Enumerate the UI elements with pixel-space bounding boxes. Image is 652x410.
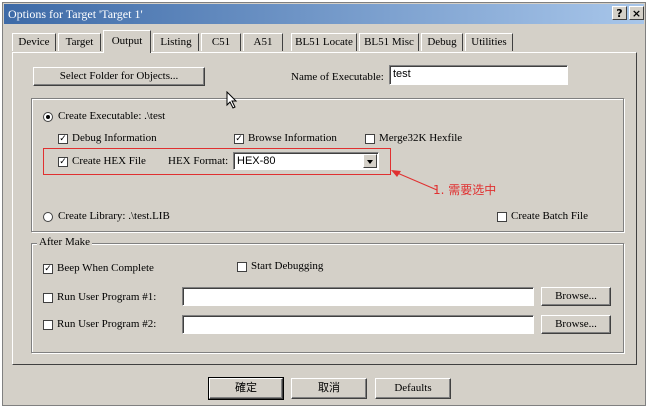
tab-bl51-misc[interactable]: BL51 Misc <box>359 33 419 51</box>
close-button[interactable]: × <box>629 6 644 20</box>
defaults-button[interactable]: Defaults <box>375 378 451 399</box>
run-user-program-2-label: Run User Program #2: <box>57 318 157 330</box>
start-debugging-label: Start Debugging <box>251 260 324 272</box>
create-hex-checkbox[interactable]: ✓ <box>58 157 68 167</box>
tab-c51[interactable]: C51 <box>201 33 241 51</box>
tab-bl51-locate[interactable]: BL51 Locate <box>291 33 357 51</box>
name-of-executable-label: Name of Executable: <box>291 71 384 83</box>
tab-utilities[interactable]: Utilities <box>465 33 513 51</box>
hex-format-value: HEX-80 <box>237 155 276 167</box>
tab-listing[interactable]: Listing <box>153 33 199 51</box>
merge32k-label: Merge32K Hexfile <box>379 132 463 144</box>
debug-information-checkbox[interactable]: ✓ <box>58 134 68 144</box>
run-user-program-1-checkbox[interactable] <box>43 293 53 303</box>
create-batch-checkbox[interactable] <box>497 212 507 222</box>
browse-information-label: Browse Information <box>248 132 337 144</box>
browse-1-button[interactable]: Browse... <box>541 287 611 306</box>
window-title: Options for Target 'Target 1' <box>8 7 143 21</box>
hex-format-select[interactable]: HEX-80 <box>233 152 379 170</box>
browse-2-button[interactable]: Browse... <box>541 315 611 334</box>
beep-label: Beep When Complete <box>57 262 154 274</box>
beep-checkbox[interactable]: ✓ <box>43 264 53 274</box>
merge32k-checkbox[interactable] <box>365 134 375 144</box>
browse-information-checkbox[interactable]: ✓ <box>234 134 244 144</box>
tab-debug[interactable]: Debug <box>421 33 463 51</box>
tab-a51[interactable]: A51 <box>243 33 283 51</box>
create-hex-label: Create HEX File <box>72 155 146 167</box>
run-user-program-2-checkbox[interactable] <box>43 320 53 330</box>
start-debugging-checkbox[interactable] <box>237 262 247 272</box>
create-executable-radio[interactable] <box>43 112 53 122</box>
name-of-executable-input[interactable]: test <box>389 65 568 85</box>
chevron-down-icon[interactable] <box>363 154 377 168</box>
create-library-radio[interactable] <box>43 212 53 222</box>
title-bar: Options for Target 'Target 1' ? × <box>4 4 644 24</box>
ok-button[interactable]: 確定 <box>208 377 284 400</box>
run-user-program-2-input[interactable] <box>182 315 534 334</box>
select-folder-button[interactable]: Select Folder for Objects... <box>33 67 205 86</box>
tab-output[interactable]: Output <box>103 30 151 53</box>
debug-information-label: Debug Information <box>72 132 157 144</box>
cancel-button[interactable]: 取消 <box>291 378 367 399</box>
hex-format-label: HEX Format: <box>168 155 229 167</box>
tab-device[interactable]: Device <box>12 33 56 51</box>
options-dialog: Options for Target 'Target 1' ? × Device… <box>2 2 646 406</box>
create-executable-label: Create Executable: .\test <box>58 110 166 122</box>
output-panel: Select Folder for Objects... Name of Exe… <box>12 52 637 365</box>
annotation-text: 1. 需要选中 <box>433 183 497 197</box>
run-user-program-1-label: Run User Program #1: <box>57 291 157 303</box>
help-button[interactable]: ? <box>612 6 627 20</box>
after-make-title: After Make <box>37 236 93 248</box>
create-library-label: Create Library: .\test.LIB <box>58 210 170 222</box>
run-user-program-1-input[interactable] <box>182 287 534 306</box>
create-batch-label: Create Batch File <box>511 210 588 222</box>
mouse-cursor-icon <box>226 91 238 109</box>
tab-target[interactable]: Target <box>58 33 101 51</box>
